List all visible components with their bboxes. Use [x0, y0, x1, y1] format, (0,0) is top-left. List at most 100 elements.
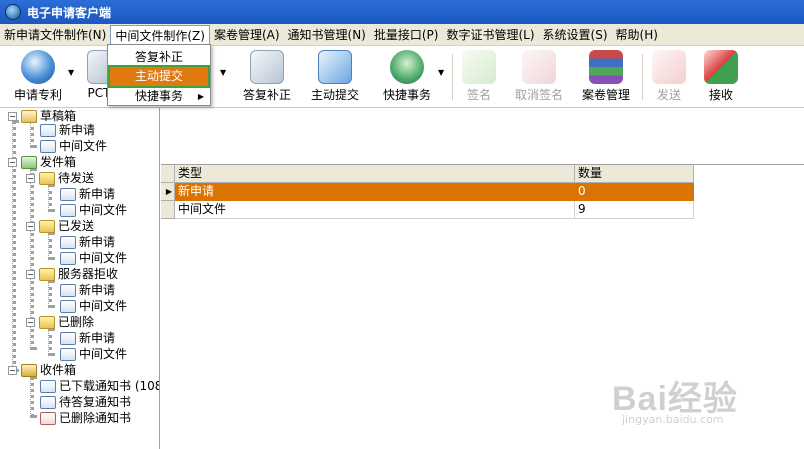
tree-node-pending[interactable]: − 待发送 — [26, 170, 94, 186]
tree-node-outbox[interactable]: − 发件箱 — [8, 154, 76, 170]
tree-node-draft-new[interactable]: 新申请 — [40, 122, 95, 138]
title-bar: 电子申请客户端 — [0, 0, 804, 24]
tree-label: 中间文件 — [79, 251, 128, 265]
tree-node-rejected[interactable]: − 服务器拒收 — [26, 266, 118, 282]
toolbar-separator — [642, 54, 643, 100]
menu-intermediate-docs[interactable]: 中间文件制作(Z) — [110, 24, 210, 45]
inbox-folder-icon — [21, 363, 37, 377]
active-submit-label: 主动提交 — [310, 88, 359, 102]
case-management-button[interactable]: 案卷管理 — [578, 50, 634, 104]
collapse-icon[interactable]: − — [26, 221, 35, 231]
tree-label: 服务器拒收 — [58, 267, 119, 281]
collapse-icon[interactable]: − — [8, 365, 17, 375]
menu-item-reply-correction[interactable]: 答复补正 — [110, 48, 208, 67]
tree-node-inbox[interactable]: − 收件箱 — [8, 362, 76, 378]
document-icon — [40, 123, 56, 137]
apply-patent-dropdown-arrow[interactable]: ▼ — [68, 68, 74, 77]
tree-node-sent-intermediate[interactable]: 中间文件 — [60, 250, 127, 266]
submenu-arrow-icon: ▶ — [197, 92, 204, 101]
tree-label: 中间文件 — [79, 347, 128, 361]
cell-count[interactable]: 0 — [575, 183, 694, 201]
table-row[interactable]: ▶ 新申请 0 — [161, 183, 694, 201]
apply-patent-button[interactable]: 申请专利 — [10, 50, 66, 104]
tree-label: 新申请 — [79, 235, 116, 249]
current-row-indicator-icon: ▶ — [161, 183, 175, 201]
cell-count[interactable]: 9 — [575, 201, 694, 219]
watermark: Bai经验 jingyan.baidu.com — [612, 365, 792, 435]
tree-connector — [48, 280, 52, 308]
tree-node-rejected-new[interactable]: 新申请 — [60, 282, 115, 298]
quick-affairs-label: 快捷事务 — [382, 88, 431, 102]
folder-icon — [39, 219, 55, 233]
quick-affairs-button[interactable]: 快捷事务 — [378, 50, 436, 104]
menu-batch-interface[interactable]: 批量接口(P) — [370, 25, 443, 45]
sign-button[interactable]: 签名 — [458, 50, 500, 104]
document-icon — [60, 187, 76, 201]
menu-notice-management[interactable]: 通知书管理(N) — [284, 25, 370, 45]
tree-node-draft-intermediate[interactable]: 中间文件 — [40, 138, 107, 154]
tree-node-downloaded-notices[interactable]: 已下载通知书 (108 — [40, 378, 160, 394]
tree-node-pending-reply-notices[interactable]: 待答复通知书 — [40, 394, 131, 410]
menu-case-management[interactable]: 案卷管理(A) — [210, 25, 284, 45]
tree-node-deleted-intermediate[interactable]: 中间文件 — [60, 346, 127, 362]
receive-button[interactable]: 接收 — [700, 50, 742, 104]
notice-icon — [40, 379, 56, 393]
quick-affairs-dropdown-arrow[interactable]: ▼ — [438, 68, 444, 77]
draft-folder-icon — [21, 109, 37, 123]
menu-bar: 新申请文件制作(N) 中间文件制作(Z) 案卷管理(A) 通知书管理(N) 批量… — [0, 24, 804, 46]
menu-new-application[interactable]: 新申请文件制作(N) — [0, 25, 110, 45]
sign-label: 签名 — [466, 88, 491, 102]
sign-icon — [462, 50, 496, 84]
pen-icon — [318, 50, 352, 84]
globe-icon — [21, 50, 55, 84]
cancel-sign-label: 取消签名 — [514, 88, 563, 102]
tree-label: 已删除通知书 — [59, 411, 132, 425]
tree-label: 待答复通知书 — [59, 395, 132, 409]
collapse-icon[interactable]: − — [8, 111, 17, 121]
tree-connector — [48, 184, 52, 212]
books-icon — [589, 50, 623, 84]
row-header-corner — [161, 165, 175, 183]
cancel-sign-button[interactable]: 取消签名 — [510, 50, 568, 104]
reply-correction-button[interactable]: 答复补正 — [238, 50, 296, 104]
tree-label: 待发送 — [58, 171, 95, 185]
reply-correction-label: 答复补正 — [242, 88, 291, 102]
collapse-icon[interactable]: − — [26, 269, 35, 279]
submit-dropdown-arrow[interactable]: ▼ — [220, 68, 226, 77]
menu-help[interactable]: 帮助(H) — [612, 25, 662, 45]
tree-label: 新申请 — [79, 283, 116, 297]
menu-item-quick-affairs[interactable]: 快捷事务 ▶ — [110, 87, 208, 106]
collapse-icon[interactable]: − — [8, 157, 17, 167]
tree-label: 新申请 — [79, 331, 116, 345]
tree-node-deleted[interactable]: − 已删除 — [26, 314, 94, 330]
receive-icon — [704, 50, 738, 84]
tree-node-sent[interactable]: − 已发送 — [26, 218, 94, 234]
tree-label: 收件箱 — [40, 363, 77, 377]
cancel-sign-icon — [522, 50, 556, 84]
tree-node-sent-new[interactable]: 新申请 — [60, 234, 115, 250]
document-icon — [60, 331, 76, 345]
tree-label: 已下载通知书 (108 — [59, 379, 160, 393]
column-header-type[interactable]: 类型 — [175, 165, 575, 183]
app-icon — [5, 4, 21, 20]
tree-node-pending-new[interactable]: 新申请 — [60, 186, 115, 202]
collapse-icon[interactable]: − — [26, 317, 35, 327]
document-icon — [60, 283, 76, 297]
menu-system-settings[interactable]: 系统设置(S) — [539, 25, 612, 45]
send-button[interactable]: 发送 — [648, 50, 690, 104]
menu-certificate-management[interactable]: 数字证书管理(L) — [442, 25, 538, 45]
menu-item-active-submit[interactable]: 主动提交 — [108, 65, 210, 88]
cell-type[interactable]: 中间文件 — [175, 201, 575, 219]
cell-type[interactable]: 新申请 — [175, 183, 575, 201]
active-submit-button[interactable]: 主动提交 — [306, 50, 364, 104]
collapse-icon[interactable]: − — [26, 173, 35, 183]
tree-node-rejected-intermediate[interactable]: 中间文件 — [60, 298, 127, 314]
receive-label: 接收 — [708, 88, 733, 102]
column-header-count[interactable]: 数量 — [575, 165, 694, 183]
tree-node-deleted-notices[interactable]: 已删除通知书 — [40, 410, 131, 426]
row-header — [161, 201, 175, 219]
document-icon — [60, 203, 76, 217]
tree-node-pending-intermediate[interactable]: 中间文件 — [60, 202, 127, 218]
table-row[interactable]: 中间文件 9 — [161, 201, 694, 219]
tree-node-deleted-new[interactable]: 新申请 — [60, 330, 115, 346]
